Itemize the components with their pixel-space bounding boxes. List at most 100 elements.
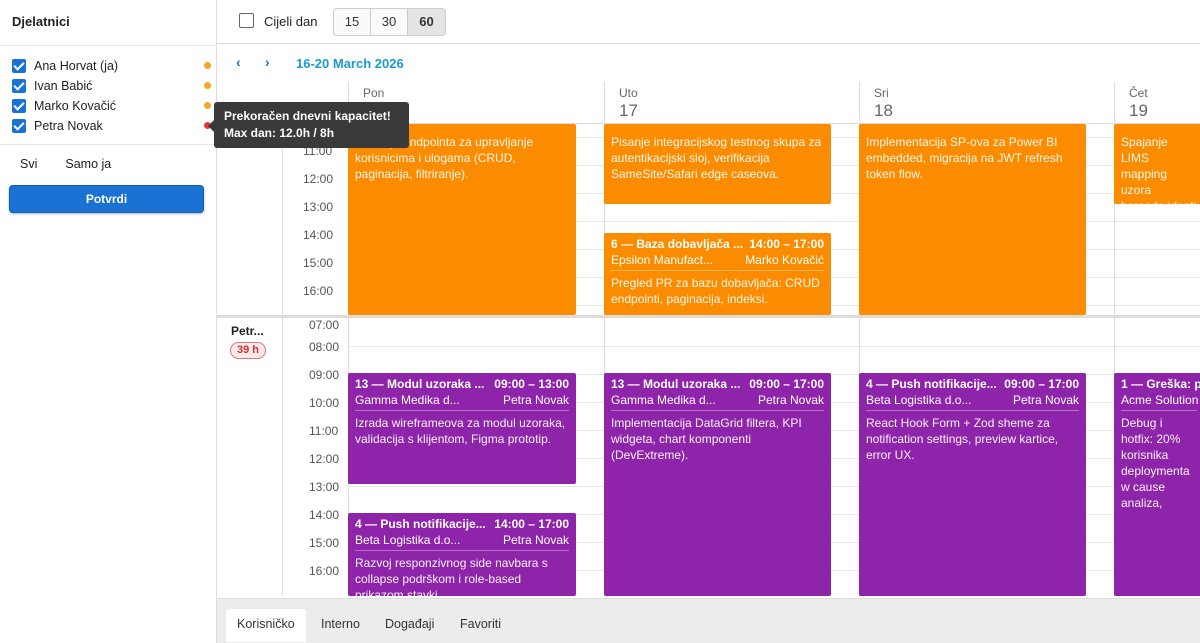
event-card[interactable]: ...ntacija endpointa za upravljanje kori… (348, 124, 576, 315)
full-day-label: Cijeli dan (264, 14, 318, 29)
event-time: 09:00 – 13:00 (494, 377, 569, 391)
day-header-wed[interactable]: Sri 18 (859, 82, 1114, 124)
employee-name: Petra Novak (34, 119, 103, 133)
event-time: 09:00 – 17:00 (749, 377, 824, 391)
bottom-tab-bar: Korisničko Interno Događaji Favoriti (217, 598, 1200, 643)
filter-row: Svi Samo ja (0, 145, 216, 171)
event-title: 13 — Modul uzoraka ... (611, 377, 741, 391)
event-header: 13 — Modul uzoraka ... 09:00 – 17:00 (611, 377, 824, 391)
event-card[interactable]: 13 — Modul uzoraka ... 09:00 – 17:00 Gam… (604, 373, 831, 596)
tab-korisnicko[interactable]: Korisničko (226, 609, 306, 642)
event-title: 4 — Push notifikacije... (355, 517, 486, 531)
status-dot-icon (204, 62, 211, 69)
event-time: 09:00 – 17:00 (1004, 377, 1079, 391)
event-person: Marko Kovačić (745, 253, 824, 267)
day-header-tue[interactable]: Uto 17 (604, 82, 859, 124)
day-name: Pon (363, 86, 385, 100)
checkbox-checked-icon[interactable] (12, 59, 26, 73)
event-card[interactable]: 13 — Modul uzoraka ... 09:00 – 13:00 Gam… (348, 373, 576, 484)
event-title: 6 — Baza dobavljača ... (611, 237, 744, 251)
event-client: Beta Logistika d.o... (355, 533, 461, 547)
time-label: 12:00 (309, 452, 340, 466)
time-label: 16:00 (303, 284, 334, 298)
day-header-thu[interactable]: Čet 19 (1114, 82, 1200, 124)
day-name: Čet (1129, 86, 1148, 100)
event-title: 13 — Modul uzoraka ... (355, 377, 485, 391)
event-card[interactable]: Pisanje integracijskog testnog skupa za … (604, 124, 831, 204)
event-description: Pisanje integracijskog testnog skupa za … (611, 135, 822, 181)
event-meta: Gamma Medika d... Petra Novak (611, 393, 824, 411)
employee-name: Marko Kovačić (34, 99, 116, 113)
event-meta: Beta Logistika d.o... Petra Novak (866, 393, 1079, 411)
event-description: Pregled PR za bazu dobavljača: CRUD endp… (611, 276, 820, 306)
hours-badge: 39 h (230, 342, 267, 359)
event-description: Razvoj responzivnog side navbara s colla… (355, 556, 548, 596)
checkbox-checked-icon[interactable] (12, 99, 26, 113)
checkbox-checked-icon[interactable] (12, 119, 26, 133)
employee-list: Ana Horvat (ja) Ivan Babić Marko Kovačić… (0, 46, 216, 145)
event-description: Implementacija SP-ova za Power BI embedd… (866, 135, 1063, 181)
tab-dogadaji[interactable]: Događaji (374, 609, 445, 642)
employee-name: Ivan Babić (34, 79, 93, 93)
interval-30-button[interactable]: 30 (371, 9, 408, 35)
employee-sidebar: Djelatnici Ana Horvat (ja) Ivan Babić Ma… (0, 0, 217, 643)
day-name: Uto (619, 86, 638, 100)
event-card[interactable]: 1 — Greška: pr Acme Solution Debug i hot… (1114, 373, 1200, 596)
time-label: 07:00 (309, 318, 340, 332)
calendar-grid: 11:00 12:00 13:00 14:00 15:00 16:00 Petr… (217, 124, 1200, 596)
event-card[interactable]: Spajanje LIMS mapping uzora barcode iden… (1114, 124, 1200, 204)
event-person: Petra Novak (502, 393, 569, 407)
event-meta: Gamma Medika d... Petra Novak (355, 393, 569, 411)
employee-item-ana[interactable]: Ana Horvat (ja) (12, 56, 211, 76)
chevron-left-icon[interactable]: ‹ (236, 54, 241, 70)
resource-name: Petr... (231, 324, 264, 338)
filter-all-button[interactable]: Svi (20, 157, 37, 171)
time-label: 11:00 (309, 424, 339, 438)
tab-favoriti[interactable]: Favoriti (449, 609, 512, 642)
day-number: 17 (619, 101, 638, 120)
event-person: Petra Novak (757, 393, 824, 407)
chevron-right-icon[interactable]: › (265, 54, 270, 70)
filter-me-button[interactable]: Samo ja (65, 157, 111, 171)
event-header: 13 — Modul uzoraka ... 09:00 – 13:00 (355, 377, 569, 391)
status-dot-icon (204, 82, 211, 89)
event-time: 14:00 – 17:00 (749, 237, 824, 251)
employee-item-petra[interactable]: Petra Novak (12, 116, 211, 136)
tab-interno[interactable]: Interno (310, 609, 371, 642)
confirm-button[interactable]: Potvrdi (9, 185, 204, 213)
interval-segmented-control: 15 30 60 (333, 8, 446, 36)
time-label: 16:00 (309, 564, 340, 578)
employee-item-marko[interactable]: Marko Kovačić (12, 96, 211, 116)
event-client: Epsilon Manufact... (611, 253, 714, 267)
date-range-label: 16-20 March 2026 (296, 56, 404, 71)
event-card[interactable]: Implementacija SP-ova za Power BI embedd… (859, 124, 1086, 315)
event-title: 4 — Push notifikacije... (866, 377, 997, 391)
event-client: Beta Logistika d.o... (866, 393, 972, 407)
sidebar-title: Djelatnici (0, 0, 216, 46)
time-label: 14:00 (303, 228, 334, 242)
time-label: 09:00 (309, 368, 340, 382)
event-card[interactable]: 4 — Push notifikacije... 14:00 – 17:00 B… (348, 513, 576, 596)
time-label: 10:00 (309, 396, 340, 410)
event-client: Gamma Medika d... (611, 393, 716, 407)
event-card[interactable]: 6 — Baza dobavljača ... 14:00 – 17:00 Ep… (604, 233, 831, 315)
date-navigation: ‹ › 16-20 March 2026 (217, 44, 1200, 82)
interval-60-button[interactable]: 60 (408, 9, 445, 35)
full-day-checkbox[interactable] (239, 13, 254, 28)
interval-15-button[interactable]: 15 (334, 9, 371, 35)
status-dot-icon (204, 102, 211, 109)
employee-item-ivan[interactable]: Ivan Babić (12, 76, 211, 96)
event-meta: Beta Logistika d.o... Petra Novak (355, 533, 569, 551)
checkbox-checked-icon[interactable] (12, 79, 26, 93)
day-number: 19 (1129, 101, 1148, 120)
hour-line (348, 346, 1200, 347)
event-title: 1 — Greška: pr (1121, 377, 1200, 391)
event-person: Petra Novak (1012, 393, 1079, 407)
event-card[interactable]: 4 — Push notifikacije... 09:00 – 17:00 B… (859, 373, 1086, 596)
time-label: 14:00 (309, 508, 340, 522)
resource-separator (217, 315, 1200, 318)
time-label: 12:00 (303, 172, 334, 186)
time-label: 13:00 (309, 480, 340, 494)
time-label: 15:00 (303, 256, 334, 270)
event-header: 6 — Baza dobavljača ... 14:00 – 17:00 (611, 237, 824, 251)
